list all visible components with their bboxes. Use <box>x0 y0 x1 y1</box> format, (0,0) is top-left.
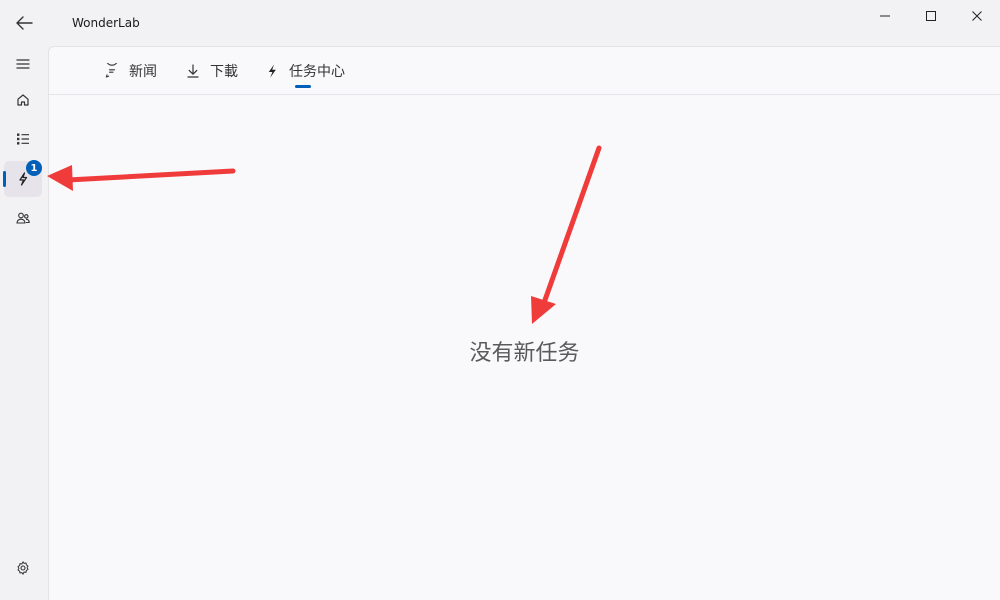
tab-selected-indicator <box>295 85 311 88</box>
hamburger-icon <box>16 59 30 69</box>
maximize-icon <box>926 11 936 21</box>
maximize-button[interactable] <box>908 0 954 32</box>
tab-download[interactable]: 下載 <box>184 60 238 82</box>
lightning-icon <box>263 62 281 80</box>
close-icon <box>972 11 982 21</box>
tab-bar: 新闻 下載 任务中心 <box>49 47 1000 95</box>
content-area: 新闻 下載 任务中心 没有新任务 <box>48 46 1000 600</box>
close-button[interactable] <box>954 0 1000 32</box>
notification-badge: 1 <box>26 160 42 176</box>
nav-item-list[interactable] <box>4 121 42 157</box>
tab-download-label: 下載 <box>210 64 238 80</box>
people-icon <box>16 212 30 224</box>
nav-item-accounts[interactable] <box>4 200 42 236</box>
nav-item-settings[interactable] <box>4 550 42 586</box>
list-icon <box>17 133 29 145</box>
download-icon <box>184 62 202 80</box>
navigation-rail: 1 <box>0 46 48 600</box>
tab-task-center-label: 任务中心 <box>289 64 345 80</box>
tab-news-label: 新闻 <box>129 64 157 80</box>
minimize-icon <box>880 15 890 17</box>
chat-icon <box>103 62 121 80</box>
nav-menu-button[interactable] <box>4 46 42 82</box>
tab-task-center[interactable]: 任务中心 <box>263 60 345 82</box>
empty-state-message: 没有新任务 <box>469 341 580 366</box>
app-window: WonderLab 1 新闻 下載 任务中心 没有新任务 <box>0 0 1000 600</box>
title-bar: WonderLab <box>0 0 1000 46</box>
back-arrow-icon <box>16 16 33 30</box>
nav-item-home[interactable] <box>4 82 42 118</box>
home-icon <box>17 94 29 106</box>
gear-icon <box>17 561 29 575</box>
app-title: WonderLab <box>72 16 140 30</box>
nav-item-tasks[interactable]: 1 <box>3 160 42 197</box>
selection-indicator <box>3 171 6 187</box>
back-button[interactable] <box>6 6 42 40</box>
minimize-button[interactable] <box>862 0 908 32</box>
tab-news[interactable]: 新闻 <box>103 60 157 82</box>
